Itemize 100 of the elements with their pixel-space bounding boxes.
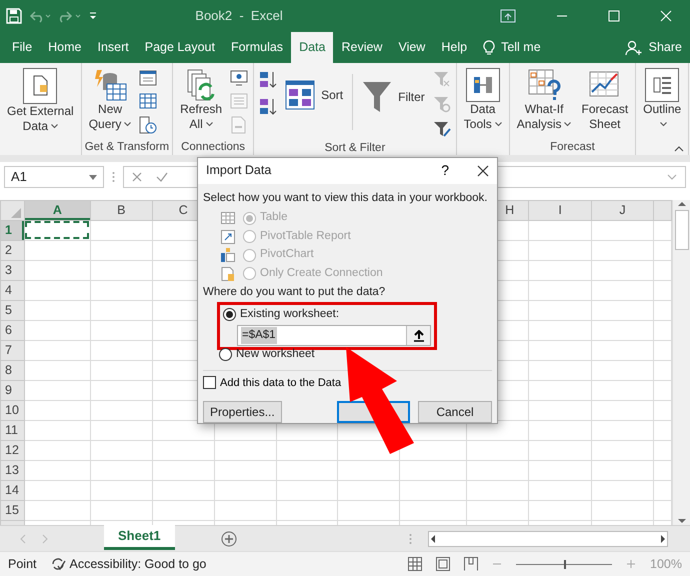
page-break-icon[interactable]: [464, 557, 478, 571]
tell-me-button[interactable]: Tell me: [475, 32, 549, 63]
row-header[interactable]: 8: [0, 360, 24, 380]
check-icon: [156, 172, 168, 182]
ribbon-button[interactable]: [137, 91, 160, 111]
add-sheet-icon[interactable]: [220, 530, 237, 546]
ribbon-tab[interactable]: Insert: [90, 32, 137, 63]
status-mode: Point: [8, 556, 36, 573]
group-label: Sort & Filter: [324, 141, 386, 156]
ribbon-tab[interactable]: Review: [333, 32, 390, 63]
ribbon-button[interactable]: What-If Analysis: [512, 66, 576, 134]
radio-button[interactable]: [219, 348, 232, 362]
table-icon: [221, 212, 235, 224]
checkbox-option[interactable]: Add this data to the Data: [203, 374, 492, 391]
maximize-icon[interactable]: [608, 10, 620, 22]
ribbon-button[interactable]: Get External Data: [3, 66, 78, 136]
connection-icon: [221, 266, 235, 280]
group-label: Connections: [180, 140, 246, 155]
ribbon-button[interactable]: Forecast Sheet: [577, 66, 632, 134]
pivot-chart-icon: [221, 248, 235, 262]
ribbon-tab[interactable]: View: [390, 32, 434, 63]
sheet-tab[interactable]: Sheet1: [104, 525, 175, 550]
ribbon-tab[interactable]: File: [4, 32, 40, 63]
ribbon-button[interactable]: [228, 68, 250, 88]
active-cell[interactable]: [24, 220, 90, 240]
radio-option[interactable]: New worksheet: [219, 346, 315, 364]
collapse-dialog-button[interactable]: [406, 326, 430, 346]
row-header[interactable]: 10: [0, 400, 24, 420]
scroll-up-icon[interactable]: [676, 200, 686, 208]
row-header[interactable]: 4: [0, 280, 24, 300]
ribbon-button[interactable]: Refresh All: [176, 66, 226, 134]
ribbon-button[interactable]: Data Tools: [460, 66, 506, 134]
column-header[interactable]: I: [528, 200, 592, 220]
group-label: Get & Transform: [84, 140, 170, 155]
sort-descending-icon: [259, 97, 278, 117]
dialog-title: Import Data: [206, 162, 272, 180]
scroll-left-icon: [429, 534, 437, 544]
accessibility-button[interactable]: Accessibility: Good to go: [50, 554, 206, 574]
ribbon-button[interactable]: Outline: [639, 66, 686, 134]
row-header[interactable]: 12: [0, 440, 24, 460]
caret-icon: [89, 174, 97, 180]
row-header[interactable]: 13: [0, 460, 24, 480]
normal-view-icon[interactable]: [408, 557, 422, 571]
monitor-icon: [230, 70, 248, 86]
row-header[interactable]: 1: [0, 220, 24, 240]
ribbon-button[interactable]: Sort: [281, 66, 348, 112]
ribbon-tab[interactable]: Formulas: [222, 32, 292, 63]
link-icon: [230, 116, 248, 134]
list-icon: [230, 93, 248, 109]
row-header[interactable]: 3: [0, 260, 24, 280]
ribbon-tab[interactable]: Help: [433, 32, 476, 63]
cancel-icon: [132, 172, 142, 182]
ribbon-button[interactable]: New Query: [84, 66, 136, 134]
zoom-slider-thumb[interactable]: [564, 560, 566, 568]
row-header[interactable]: 2: [0, 240, 24, 260]
save-icon[interactable]: [6, 8, 22, 24]
ribbon-tab[interactable]: Data: [291, 32, 334, 63]
column-header[interactable]: J: [592, 200, 654, 220]
person-plus-icon: [624, 40, 643, 56]
row-header[interactable]: 7: [0, 340, 24, 360]
collapse-ribbon-icon[interactable]: [674, 146, 684, 152]
cancel-button[interactable]: Cancel: [418, 401, 492, 423]
scrollbar-thumb[interactable]: [674, 210, 688, 250]
outline-icon: [645, 68, 680, 102]
ribbon-display-icon[interactable]: [500, 9, 516, 23]
radio-button[interactable]: [223, 308, 236, 322]
grip-icon: [112, 171, 115, 183]
close-icon[interactable]: [477, 164, 489, 177]
accessibility-icon: [50, 557, 66, 571]
column-header[interactable]: B: [90, 200, 152, 220]
clock-icon: [139, 116, 158, 134]
row-header[interactable]: 15: [0, 500, 24, 520]
ribbon-tab[interactable]: Home: [40, 32, 90, 63]
expand-icon: [667, 174, 677, 180]
row-header[interactable]: 5: [0, 300, 24, 320]
data-tools-icon: [466, 68, 500, 102]
horizontal-scrollbar[interactable]: [428, 530, 668, 546]
sort-ascending-icon: [259, 70, 278, 90]
database-icon: [93, 68, 128, 102]
customize-toolbar-icon[interactable]: [88, 11, 98, 21]
name-box[interactable]: A1: [4, 166, 104, 188]
reference-field[interactable]: =$A$1: [237, 325, 431, 346]
row-header[interactable]: 14: [0, 480, 24, 500]
help-button[interactable]: ?: [435, 159, 455, 182]
clear-filter-icon: [432, 70, 451, 88]
ribbon-button[interactable]: Filter: [358, 66, 429, 116]
ribbon-button[interactable]: [137, 114, 160, 136]
row-header[interactable]: 9: [0, 380, 24, 400]
radio-option[interactable]: Existing worksheet:: [223, 306, 431, 324]
column-header[interactable]: A: [24, 200, 90, 220]
ribbon-tab[interactable]: Page Layout: [136, 32, 223, 63]
properties-button[interactable]: Properties...: [203, 401, 282, 423]
ribbon-button[interactable]: [137, 68, 160, 88]
checkbox[interactable]: [203, 376, 216, 390]
row-header[interactable]: 6: [0, 320, 24, 340]
page-layout-icon[interactable]: [436, 557, 450, 571]
filter-icon: [362, 80, 392, 114]
row-header[interactable]: 11: [0, 420, 24, 440]
upload-icon: [414, 330, 424, 342]
share-button[interactable]: Share: [616, 32, 690, 63]
